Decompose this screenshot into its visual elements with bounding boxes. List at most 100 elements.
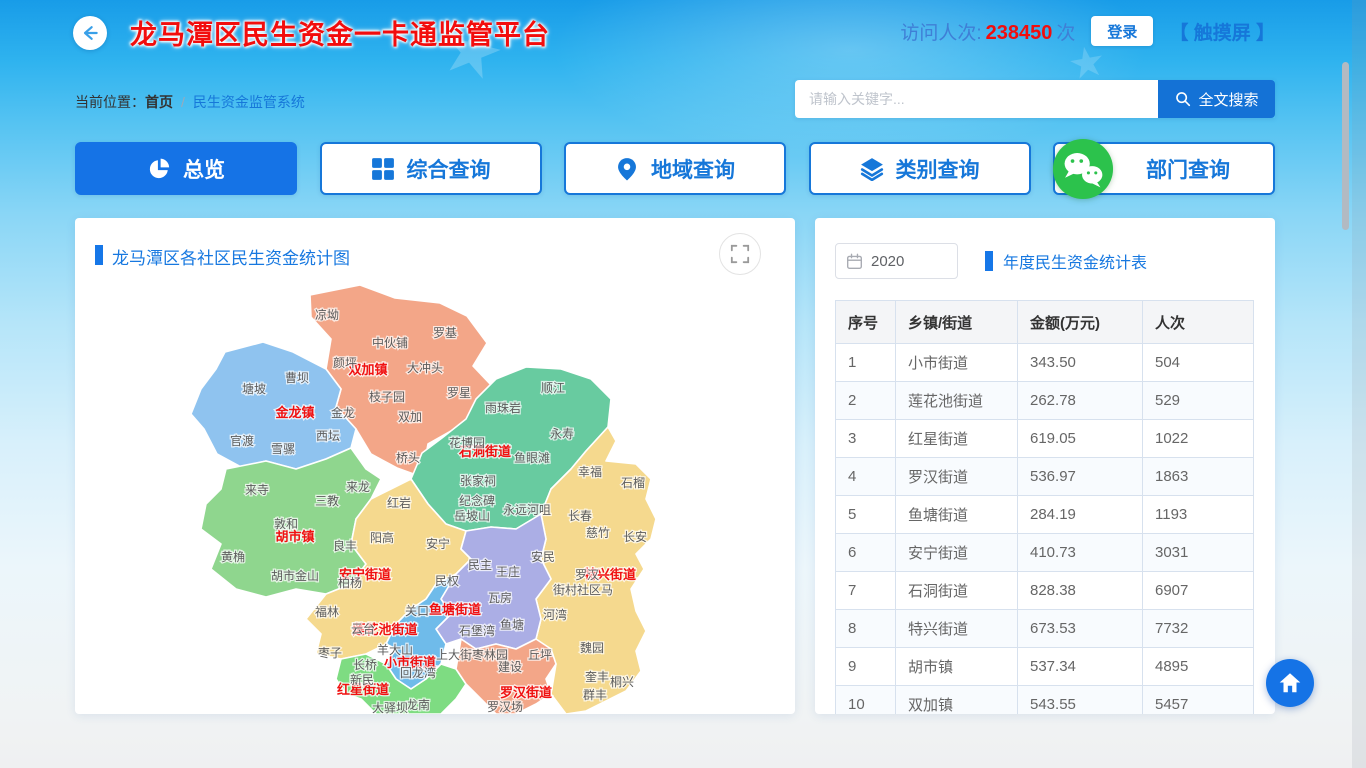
table-cell: 5457 <box>1143 686 1254 715</box>
breadcrumb-current-link[interactable]: 民生资金监管系统 <box>193 94 305 110</box>
table-panel: 2020 年度民生资金统计表 序号乡镇/街道金额(万元)人次 1小市街道343.… <box>815 218 1275 714</box>
map-label-敦和: 敦和 <box>274 516 298 531</box>
tab-label: 类别查询 <box>896 154 980 184</box>
map-label-三教: 三教 <box>315 493 339 508</box>
map-label-西坛: 西坛 <box>316 429 340 443</box>
login-button[interactable]: 登录 <box>1091 16 1153 46</box>
tab-region-query[interactable]: 地域查询 <box>564 142 786 195</box>
map-panel: 龙马潭区各社区民生资金统计图 双加镇金龙镇石洞街道胡市镇安宁街道特兴街道鱼塘街道… <box>75 218 795 714</box>
map-label-石堡湾: 石堡湾 <box>459 623 495 638</box>
table-cell: 3 <box>836 420 896 458</box>
map-label-河湾: 河湾 <box>543 607 567 622</box>
map-label-永远河咀: 永远河咀 <box>503 503 551 517</box>
table-cell: 7 <box>836 572 896 610</box>
table-cell: 262.78 <box>1018 382 1143 420</box>
map-label-永寿: 永寿 <box>550 427 574 441</box>
map-label-民权: 民权 <box>435 574 459 588</box>
map-label-枣子: 枣子 <box>318 646 342 660</box>
table-cell: 罗汉街道 <box>896 458 1018 496</box>
scrollbar-thumb[interactable] <box>1342 62 1349 230</box>
search-button[interactable]: 全文搜索 <box>1158 80 1275 118</box>
touchscreen-button[interactable]: 【 触摸屏 】 <box>1169 18 1275 45</box>
map-label-羊大山: 羊大山 <box>377 642 413 657</box>
map-label-塘坡: 塘坡 <box>242 381 266 396</box>
map-label-颜坪: 颜坪 <box>333 355 357 370</box>
table-row: 2莲花池街道262.78529 <box>836 382 1254 420</box>
table-cell: 343.50 <box>1018 344 1143 382</box>
table-row: 8特兴街道673.537732 <box>836 610 1254 648</box>
table-cell: 4 <box>836 458 896 496</box>
table-cell: 4895 <box>1143 648 1254 686</box>
map-label-街村社区马: 街村社区马 <box>553 582 613 597</box>
table-row: 4罗汉街道536.971863 <box>836 458 1254 496</box>
map-label-魏园: 魏园 <box>580 640 604 655</box>
table-cell: 2 <box>836 382 896 420</box>
fullscreen-button[interactable] <box>719 233 761 275</box>
tab-comprehensive-query[interactable]: 综合查询 <box>320 142 542 195</box>
map-label-长桥: 长桥 <box>353 658 377 672</box>
tab-category-query[interactable]: 类别查询 <box>809 142 1031 195</box>
map-label-云台: 云台 <box>351 621 375 636</box>
map-label-凉坳: 凉坳 <box>315 307 339 322</box>
map-label-幸福: 幸福 <box>578 464 602 479</box>
grid-icon <box>371 157 395 181</box>
table-row: 7石洞街道828.386907 <box>836 572 1254 610</box>
table-cell: 石洞街道 <box>896 572 1018 610</box>
map-label-瓦房: 瓦房 <box>488 590 512 605</box>
map-label-来龙: 来龙 <box>346 480 370 494</box>
tab-overview[interactable]: 总览 <box>75 142 297 195</box>
map-label-纪念碑: 纪念碑 <box>459 493 495 508</box>
map-label-雨珠岩: 雨珠岩 <box>485 400 521 415</box>
layers-icon <box>860 157 884 181</box>
map-label-安民: 安民 <box>531 549 555 564</box>
map-label-来寺: 来寺 <box>245 483 269 497</box>
topbar-right: 访问人次:238450次 登录 【 触摸屏 】 <box>900 0 1275 62</box>
search-bar: 全文搜索 <box>795 80 1275 118</box>
map-label-福林: 福林 <box>315 604 339 619</box>
year-select[interactable]: 2020 <box>835 243 958 279</box>
table-cell: 小市街道 <box>896 344 1018 382</box>
map-label-胡市金山: 胡市金山 <box>271 568 319 583</box>
tab-department-query[interactable]: 部门查询 <box>1053 142 1275 195</box>
home-button[interactable] <box>1266 659 1314 707</box>
map-label-新民: 新民 <box>350 672 374 687</box>
table-cell: 537.34 <box>1018 648 1143 686</box>
table-cell: 红星街道 <box>896 420 1018 458</box>
location-pin-icon <box>615 157 639 181</box>
map-label-金龙: 金龙 <box>331 405 355 420</box>
map-label-岳坡山: 岳坡山 <box>454 509 490 523</box>
map-label-民主: 民主 <box>468 558 492 572</box>
wechat-icon[interactable] <box>1052 138 1114 200</box>
search-icon <box>1174 90 1192 108</box>
map-label-石榴: 石榴 <box>621 476 645 490</box>
visits-label: 访问人次: <box>900 23 981 44</box>
visits-unit: 次 <box>1056 23 1075 44</box>
scrollbar-track[interactable] <box>1352 0 1366 768</box>
search-input[interactable] <box>795 80 1158 118</box>
funds-table: 序号乡镇/街道金额(万元)人次 1小市街道343.505042莲花池街道262.… <box>835 300 1254 714</box>
map-label-罗基: 罗基 <box>433 326 457 340</box>
map-label-奎丰: 奎丰 <box>585 669 609 684</box>
breadcrumb-home-link[interactable]: 首页 <box>145 94 173 110</box>
home-icon <box>1277 670 1303 696</box>
map-label-官渡: 官渡 <box>230 433 254 448</box>
table-cell: 安宁街道 <box>896 534 1018 572</box>
pie-chart-icon <box>147 157 171 181</box>
table-cell: 619.05 <box>1018 420 1143 458</box>
table-cell: 5 <box>836 496 896 534</box>
table-cell: 9 <box>836 648 896 686</box>
map-label-罗汉场: 罗汉场 <box>487 700 523 714</box>
tab-label: 综合查询 <box>407 154 491 184</box>
map-label-鱼眼滩: 鱼眼滩 <box>514 451 550 465</box>
table-cell: 6 <box>836 534 896 572</box>
map-label-张家祠: 张家祠 <box>460 473 496 488</box>
community-map[interactable]: 双加镇金龙镇石洞街道胡市镇安宁街道特兴街道鱼塘街道莲花池街道小市街道红星街道罗汉… <box>85 280 780 714</box>
map-label-安宁: 安宁 <box>426 536 450 551</box>
back-button[interactable] <box>73 16 107 50</box>
map-label-胡市镇: 胡市镇 <box>275 529 314 544</box>
table-row: 9胡市镇537.344895 <box>836 648 1254 686</box>
table-cell: 胡市镇 <box>896 648 1018 686</box>
tab-bar: 总览 综合查询 地域查询 类别查询 部门查询 <box>75 142 1275 195</box>
table-cell: 6907 <box>1143 572 1254 610</box>
table-cell: 529 <box>1143 382 1254 420</box>
